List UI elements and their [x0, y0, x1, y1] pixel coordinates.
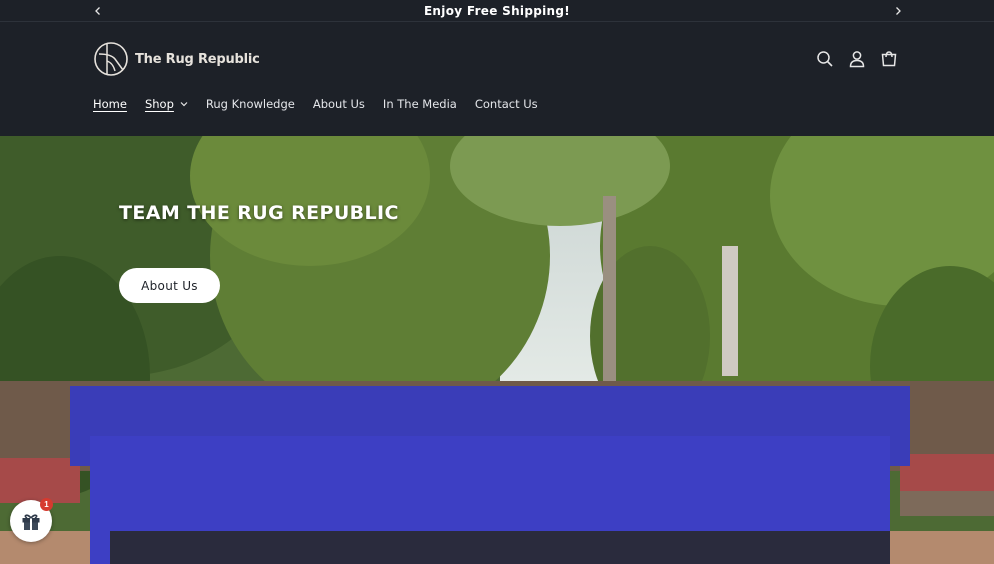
nav-about-us[interactable]: About Us [313, 97, 365, 111]
nav-contact-us[interactable]: Contact Us [475, 97, 538, 111]
nav-in-the-media[interactable]: In The Media [383, 97, 457, 111]
gift-icon [22, 514, 40, 530]
search-icon[interactable] [816, 50, 834, 68]
chevron-left-icon[interactable] [86, 0, 110, 22]
chevron-down-icon [180, 102, 188, 107]
nav-shop-label: Shop [144, 97, 174, 111]
about-us-button[interactable]: About Us [119, 268, 220, 303]
hero-banner: TEAM THE RUG REPUBLIC About Us [0, 136, 994, 564]
account-icon[interactable] [848, 50, 866, 68]
logo-mark-icon [94, 42, 128, 76]
announcement-text: Enjoy Free Shipping! [423, 3, 571, 18]
nav-home-label: Home [93, 97, 127, 111]
logo-text: The Rug Republic [135, 51, 260, 67]
announcement-bar: Enjoy Free Shipping! [0, 0, 994, 22]
nav-rug-knowledge-label: Rug Knowledge [205, 97, 295, 111]
nav-shop[interactable]: Shop [145, 97, 188, 111]
logo[interactable]: The Rug Republic [93, 41, 260, 77]
site-header: The Rug Republic Home Shop Rug Knowledge… [0, 22, 994, 136]
gift-badge-count: 1 [40, 498, 53, 511]
hero-image [0, 136, 994, 564]
nav-in-the-media-label: In The Media [382, 97, 457, 111]
header-icons [816, 50, 898, 68]
cart-icon[interactable] [880, 50, 898, 68]
nav-about-us-label: About Us [312, 97, 365, 111]
nav-rug-knowledge[interactable]: Rug Knowledge [206, 97, 295, 111]
nav-contact-us-label: Contact Us [474, 97, 538, 111]
hero-title: TEAM THE RUG REPUBLIC [119, 202, 399, 224]
main-nav: Home Shop Rug Knowledge About Us In The … [93, 97, 556, 111]
chevron-right-icon[interactable] [886, 0, 910, 22]
nav-home[interactable]: Home [93, 97, 127, 111]
